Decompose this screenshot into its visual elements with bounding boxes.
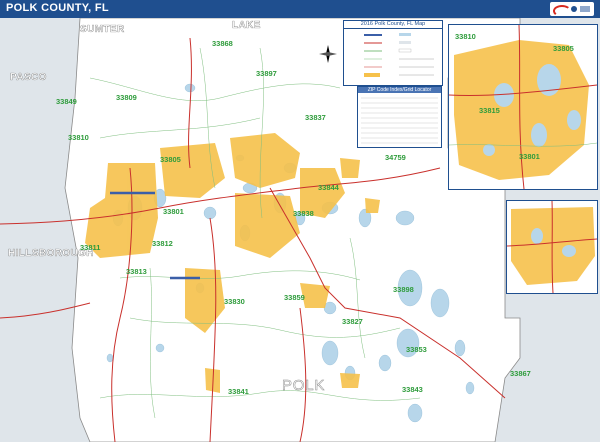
- zip-label[interactable]: 33859: [284, 293, 305, 302]
- map-page: POLK COUNTY, FL SUMTER LAKE PASCO HILLSB…: [0, 0, 600, 442]
- county-label-polk: POLK: [282, 377, 325, 394]
- zip-label[interactable]: 33810: [68, 133, 89, 142]
- inset-map-secondary-svg: [507, 201, 597, 293]
- zip-label[interactable]: 34759: [385, 153, 406, 162]
- logo-swoosh-icon: [553, 5, 571, 17]
- zip-label[interactable]: 33849: [56, 97, 77, 106]
- publisher-logo: [550, 2, 594, 17]
- county-label-lake: LAKE: [232, 20, 261, 31]
- compass-rose: [318, 44, 338, 64]
- zip-label[interactable]: 33841: [228, 387, 249, 396]
- inset-zip-label[interactable]: 33810: [455, 32, 476, 41]
- inset-map-secondary[interactable]: [506, 200, 598, 294]
- zip-label[interactable]: 33809: [116, 93, 137, 102]
- legend-title: 2016 Polk County, FL Map: [344, 21, 442, 29]
- zip-label[interactable]: 33843: [402, 385, 423, 394]
- zip-label[interactable]: 33812: [152, 239, 173, 248]
- zip-label[interactable]: 33811: [80, 243, 100, 252]
- logo-mark-icon: [571, 6, 577, 12]
- zip-label[interactable]: 33838: [293, 209, 314, 218]
- map-title: POLK COUNTY, FL: [6, 2, 109, 14]
- county-label-pasco: PASCO: [10, 72, 47, 83]
- county-label-sumter: SUMTER: [80, 24, 125, 35]
- map-frame[interactable]: SUMTER LAKE PASCO HILLSBOROUGH POLK 3386…: [0, 18, 600, 442]
- zip-label[interactable]: 33827: [342, 317, 363, 326]
- zip-label[interactable]: 33868: [212, 39, 233, 48]
- zip-index-table: [361, 97, 438, 144]
- zip-label[interactable]: 33898: [393, 285, 414, 294]
- zip-label[interactable]: 33805: [160, 155, 181, 164]
- zip-label[interactable]: 33830: [224, 297, 245, 306]
- inset-zip-label[interactable]: 33805: [553, 44, 574, 53]
- zip-label[interactable]: 33813: [126, 267, 147, 276]
- legend-symbols: [364, 33, 434, 77]
- inset-map-lakeland-svg: 33810 33805 33815 33801: [449, 25, 597, 189]
- inset-zip-label[interactable]: 33815: [479, 106, 500, 115]
- title-bar: POLK COUNTY, FL: [0, 0, 600, 18]
- zip-label[interactable]: 33837: [305, 113, 326, 122]
- zip-label[interactable]: 33897: [256, 69, 277, 78]
- zip-index-title: ZIP Code Index/Grid Locator: [358, 87, 441, 93]
- zip-label[interactable]: 33853: [406, 345, 427, 354]
- map-legend: 2016 Polk County, FL Map: [343, 20, 443, 86]
- inset-zip-label[interactable]: 33801: [519, 152, 540, 161]
- zip-label[interactable]: 33801: [163, 207, 184, 216]
- zip-label[interactable]: 33844: [318, 183, 340, 192]
- logo-wordmark-icon: [580, 6, 590, 12]
- zip-label[interactable]: 33867: [510, 369, 531, 378]
- zip-code-index: ZIP Code Index/Grid Locator: [357, 86, 442, 148]
- inset-map-lakeland[interactable]: 33810 33805 33815 33801: [448, 24, 598, 190]
- compass-icon: [319, 45, 337, 63]
